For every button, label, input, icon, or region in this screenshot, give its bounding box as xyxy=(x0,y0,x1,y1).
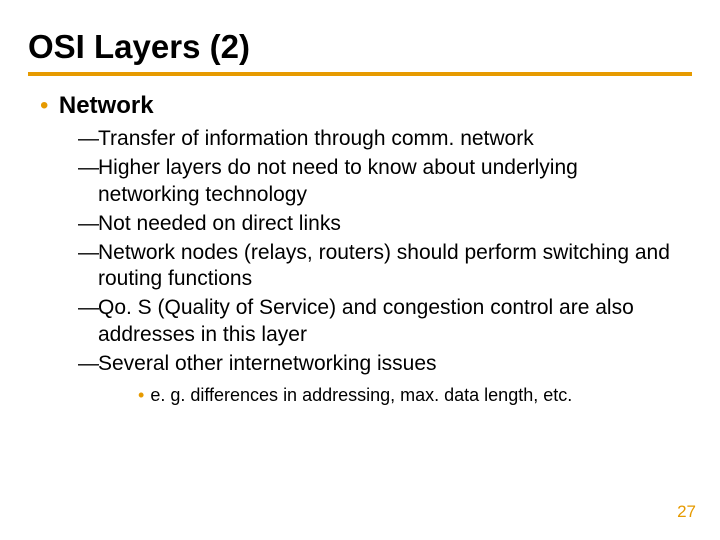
dash-icon: — xyxy=(78,155,99,182)
slide: OSI Layers (2) • Network —Transfer of in… xyxy=(0,0,720,540)
level2-text: Not needed on direct links xyxy=(98,212,341,235)
bullet-icon: • xyxy=(138,384,144,407)
bullet-icon: • xyxy=(40,94,48,118)
title-rule xyxy=(28,72,692,76)
dash-icon: — xyxy=(78,295,99,322)
level2-item: —Network nodes (relays, routers) should … xyxy=(78,240,680,294)
level1-heading: Network xyxy=(59,92,154,119)
level2-list: —Transfer of information through comm. n… xyxy=(78,126,680,407)
level2-text: Qo. S (Quality of Service) and congestio… xyxy=(98,296,634,346)
level2-item: —Several other internetworking issues xyxy=(78,351,680,378)
dash-icon: — xyxy=(78,211,99,238)
level2-text: Several other internetworking issues xyxy=(98,352,437,375)
level3-item: • e. g. differences in addressing, max. d… xyxy=(138,384,680,407)
level2-text: Higher layers do not need to know about … xyxy=(98,156,578,206)
title-block: OSI Layers (2) xyxy=(28,28,692,76)
slide-body: • Network —Transfer of information throu… xyxy=(40,92,680,407)
level2-text: Network nodes (relays, routers) should p… xyxy=(98,241,670,291)
dash-icon: — xyxy=(78,351,99,378)
level2-item: —Transfer of information through comm. n… xyxy=(78,126,680,153)
level2-item: —Higher layers do not need to know about… xyxy=(78,155,680,209)
level2-item: —Not needed on direct links xyxy=(78,211,680,238)
slide-title: OSI Layers (2) xyxy=(28,28,692,66)
page-number: 27 xyxy=(677,502,696,522)
level3-list: • e. g. differences in addressing, max. d… xyxy=(138,384,680,407)
level1-item: • Network xyxy=(40,92,680,120)
level2-item: —Qo. S (Quality of Service) and congesti… xyxy=(78,295,680,349)
level3-text: e. g. differences in addressing, max. da… xyxy=(150,385,572,405)
dash-icon: — xyxy=(78,240,99,267)
dash-icon: — xyxy=(78,126,99,153)
level2-text: Transfer of information through comm. ne… xyxy=(98,127,534,150)
